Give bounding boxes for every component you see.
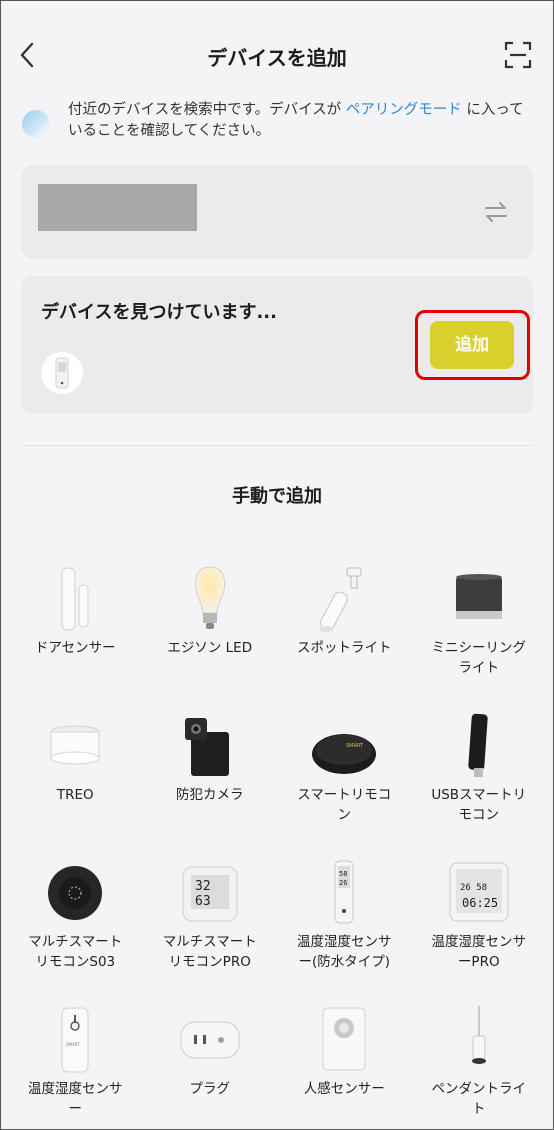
mini-ceiling-light-icon	[455, 574, 502, 619]
add-button[interactable]: 追加	[430, 321, 514, 369]
device-item[interactable]: マルチスマート リモコンS03	[8, 859, 143, 1006]
swap-icon[interactable]	[483, 201, 509, 223]
device-item[interactable]: ミニシーリング ライト	[412, 565, 547, 712]
svg-text:58: 58	[339, 870, 347, 878]
device-item[interactable]: USBスマートリ モコン	[412, 712, 547, 859]
device-item[interactable]: プラグ	[143, 1006, 278, 1130]
device-item[interactable]: SMART 温度湿度センサ ー	[8, 1006, 143, 1130]
device-label: エジソン LED	[167, 640, 253, 656]
device-item[interactable]: SMART スマートリモコ ン	[277, 712, 412, 859]
thermo-sensor-icon: SMART	[61, 1007, 89, 1073]
header: デバイスを追加	[0, 0, 554, 108]
edison-bulb-icon	[194, 566, 225, 629]
manual-add-title: 手動で追加	[232, 486, 322, 507]
found-device-card: デバイスを見つけています... 追加	[21, 276, 533, 414]
device-item[interactable]: ドアセンサー	[8, 565, 143, 712]
device-label: プラグ	[189, 1081, 231, 1097]
scan-icon[interactable]	[504, 41, 532, 69]
thermo-device-icon	[55, 357, 69, 389]
spotlight-icon	[319, 567, 362, 632]
security-camera-icon	[184, 718, 229, 776]
svg-text:06:25: 06:25	[462, 896, 498, 910]
device-label: 防犯カメラ	[176, 787, 244, 803]
waterproof-thermo-icon: 58 26	[334, 860, 354, 924]
multi-remote-s03-icon	[48, 866, 102, 920]
wifi-name-redacted	[38, 184, 197, 231]
device-item[interactable]: 32 63 マルチスマート リモコンPRO	[143, 859, 278, 1006]
smart-remote-icon: SMART	[312, 734, 376, 774]
device-label: マルチスマート リモコンS03	[28, 934, 123, 970]
svg-text:32: 32	[195, 879, 211, 894]
device-item[interactable]: スポットライト	[277, 565, 412, 712]
device-label: スポットライト	[297, 640, 392, 656]
device-item[interactable]: 防犯カメラ	[143, 712, 278, 859]
found-device-thumbnail	[41, 352, 83, 394]
svg-text:26 58: 26 58	[460, 883, 487, 893]
device-item[interactable]: ペンダントライ ト	[412, 1006, 547, 1130]
door-sensor-icon	[61, 567, 89, 631]
device-label: スマートリモコ ン	[297, 787, 392, 823]
page-title: デバイスを追加	[207, 46, 347, 70]
device-item[interactable]: エジソン LED	[143, 565, 278, 712]
device-grid: ドアセンサー エジソン LED スポットライト ミニシーリング ライト TREO…	[8, 565, 546, 1130]
device-label: 温度湿度センサ ー(防水タイプ)	[297, 934, 392, 970]
device-item[interactable]: 26 58 06:25 温度湿度センサ ーPRO	[412, 859, 547, 1006]
divider	[21, 445, 533, 446]
thermo-pro-icon: 26 58 06:25	[449, 862, 508, 922]
search-spinner-icon	[22, 110, 50, 138]
device-label: ミニシーリング ライト	[431, 640, 527, 676]
notice-text: 付近のデバイスを検索中です。デバイスが ペアリングモード に入っていることを確認…	[68, 100, 534, 142]
device-label: ドアセンサー	[34, 640, 116, 656]
device-item[interactable]: 58 26 温度湿度センサ ー(防水タイプ)	[277, 859, 412, 1006]
device-label: 温度湿度センサ ーPRO	[431, 934, 527, 970]
found-title: デバイスを見つけています...	[41, 302, 277, 323]
device-label: ペンダントライ ト	[431, 1081, 527, 1117]
device-item[interactable]: 人感センサー	[277, 1006, 412, 1130]
device-label: マルチスマート リモコンPRO	[162, 934, 257, 970]
pairing-mode-link[interactable]: ペアリングモード	[346, 102, 462, 118]
notice-text-before: 付近のデバイスを検索中です。デバイスが	[68, 102, 346, 118]
treo-light-icon	[50, 725, 100, 765]
motion-sensor-icon	[322, 1007, 366, 1071]
device-item[interactable]: TREO	[8, 712, 143, 859]
svg-text:SMART: SMART	[346, 743, 364, 749]
multi-remote-pro-icon: 32 63	[182, 866, 237, 922]
device-label: 人感センサー	[303, 1081, 385, 1097]
device-label: TREO	[56, 787, 94, 803]
device-label: USBスマートリ モコン	[431, 787, 527, 823]
svg-text:SMART: SMART	[66, 1042, 80, 1047]
usb-remote-icon	[467, 713, 488, 777]
device-label: 温度湿度センサ ー	[28, 1081, 123, 1117]
pendant-light-icon	[471, 1006, 486, 1064]
svg-text:63: 63	[195, 894, 211, 909]
wifi-card[interactable]	[21, 165, 533, 259]
plug-icon	[180, 1021, 239, 1059]
svg-text:26: 26	[339, 879, 347, 887]
